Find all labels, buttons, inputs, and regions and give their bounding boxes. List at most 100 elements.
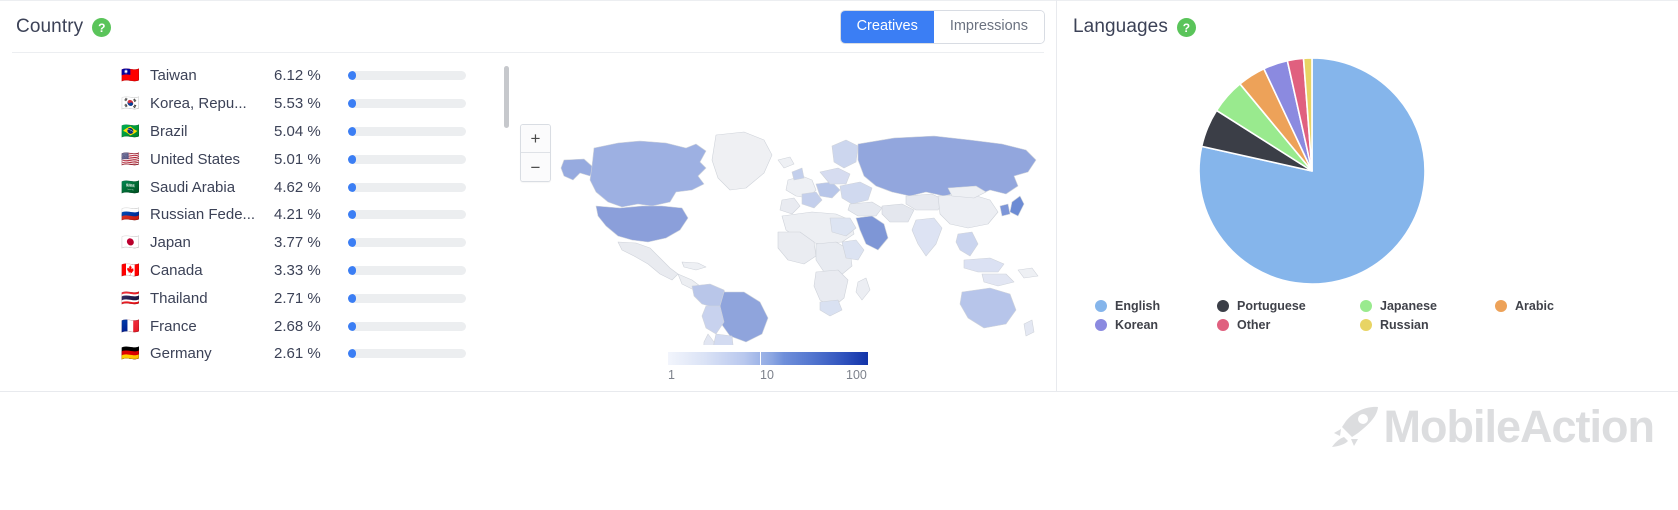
legend-tick-100: 100 — [846, 368, 867, 382]
languages-panel-header: Languages ? — [1057, 0, 1678, 53]
pie-legend-item[interactable]: Portuguese — [1217, 297, 1360, 314]
pie-legend-column: Japanese Russian — [1360, 297, 1495, 335]
country-bar-track — [348, 265, 466, 275]
table-row[interactable]: 🇩🇪 Germany 2.61 % — [120, 340, 500, 368]
table-row[interactable]: 🇺🇸 United States 5.01 % — [120, 145, 500, 173]
country-percent: 2.61 % — [274, 345, 321, 363]
country-percent: 5.04 % — [274, 122, 321, 140]
country-name: Russian Fede... — [150, 206, 256, 224]
country-flag-icon: 🇸🇦 — [121, 178, 140, 196]
country-bar-fill — [348, 154, 357, 164]
table-row[interactable]: 🇹🇭 Thailand 2.71 % — [120, 284, 500, 312]
table-row[interactable]: 🇷🇺 Russian Fede... 4.21 % — [120, 201, 500, 229]
map-color-legend — [668, 352, 868, 365]
pie-legend-item[interactable]: English — [1095, 297, 1217, 314]
table-row[interactable]: 🇰🇷 Korea, Repu... 5.53 % — [120, 90, 500, 118]
table-row[interactable]: 🇧🇷 Brazil 5.04 % — [120, 118, 500, 146]
legend-label: Other — [1237, 317, 1271, 332]
country-list-scrollbar[interactable] — [504, 66, 509, 390]
legend-label: Portuguese — [1237, 298, 1306, 313]
country-flag-icon: 🇹🇼 — [121, 67, 140, 85]
mobileaction-watermark: MobileAction — [1330, 400, 1655, 452]
country-bar-fill — [348, 265, 357, 275]
country-panel: Country ? Creatives Impressions 🇹🇼 Taiwan… — [0, 0, 1057, 392]
country-bar-fill — [348, 71, 357, 81]
legend-color-dot — [1217, 299, 1229, 312]
country-flag-icon: 🇧🇷 — [121, 122, 140, 140]
legend-color-dot — [1217, 318, 1229, 331]
country-flag-icon: 🇩🇪 — [121, 345, 140, 363]
tab-creatives[interactable]: Creatives — [840, 11, 934, 44]
languages-panel: Languages ? English Korean Portuguese Other… — [1057, 0, 1678, 392]
table-row[interactable]: 🇯🇵 Japan 3.77 % — [120, 229, 500, 257]
country-bar-track — [348, 210, 466, 220]
world-map[interactable]: + − 1 10 100 — [520, 110, 1045, 390]
legend-color-dot — [1360, 299, 1372, 312]
pie-legend-item[interactable]: Other — [1217, 316, 1360, 333]
country-bar-track — [348, 238, 466, 248]
languages-pie-chart[interactable] — [1197, 56, 1427, 286]
scrollbar-thumb[interactable] — [504, 66, 509, 128]
pie-legend-column: English Korean — [1095, 297, 1217, 335]
help-icon-languages[interactable]: ? — [1176, 18, 1196, 37]
country-bar-fill — [348, 238, 357, 248]
country-name: Saudi Arabia — [150, 178, 236, 196]
country-bar-fill — [348, 293, 357, 303]
country-percent: 2.68 % — [274, 317, 321, 335]
pie-legend-item[interactable]: Arabic — [1495, 297, 1615, 314]
choropleth-map-svg — [560, 131, 1039, 345]
country-flag-icon: 🇰🇷 — [121, 95, 140, 113]
tab-impressions[interactable]: Impressions — [933, 11, 1044, 44]
header-divider — [12, 52, 1044, 53]
pie-legend-item[interactable]: Russian — [1360, 316, 1495, 333]
languages-chart-area: English Korean Portuguese Other Japanese Russ… — [1057, 54, 1678, 392]
pie-legend-item[interactable]: Japanese — [1360, 297, 1495, 314]
country-bar-fill — [348, 182, 357, 192]
metric-toggle-group[interactable]: Creatives Impressions — [840, 11, 1044, 44]
country-percent: 5.01 % — [274, 150, 321, 168]
legend-label: Arabic — [1515, 298, 1554, 313]
country-percent: 6.12 % — [274, 67, 321, 85]
table-row[interactable]: 🇹🇼 Taiwan 6.12 % — [120, 62, 500, 90]
country-panel-header: Country ? Creatives Impressions — [0, 0, 1056, 53]
country-name: United States — [150, 150, 241, 168]
table-row[interactable]: 🇨🇦 Canada 3.33 % — [120, 257, 500, 285]
rocket-icon — [1331, 406, 1378, 447]
help-icon[interactable]: ? — [92, 18, 112, 37]
page-title: Country — [16, 15, 84, 37]
country-flag-icon: 🇹🇭 — [121, 289, 140, 307]
table-row[interactable]: 🇫🇷 France 2.68 % — [120, 312, 500, 340]
table-row[interactable]: 🇸🇦 Saudi Arabia 4.62 % — [120, 173, 500, 201]
country-percent: 3.77 % — [274, 234, 321, 252]
pie-legend: English Korean Portuguese Other Japanese Russ… — [1095, 297, 1655, 335]
languages-title: Languages — [1073, 15, 1168, 37]
country-name: Thailand — [150, 289, 208, 307]
zoom-in-button[interactable]: + — [521, 125, 550, 153]
zoom-out-button[interactable]: − — [521, 153, 550, 181]
country-list[interactable]: 🇹🇼 Taiwan 6.12 % 🇰🇷 Korea, Repu... 5.53 % 🇧🇷 Br… — [120, 62, 500, 368]
pie-legend-item[interactable]: Korean — [1095, 316, 1217, 333]
legend-color-dot — [1495, 299, 1507, 312]
pie-legend-column: Arabic — [1495, 297, 1615, 335]
legend-tick-10: 10 — [760, 368, 774, 382]
country-bar-track — [348, 126, 466, 136]
legend-tick-1: 1 — [668, 368, 675, 382]
legend-color-dot — [1095, 318, 1107, 331]
legend-color-dot — [1095, 299, 1107, 312]
country-bar-fill — [348, 126, 357, 136]
country-bar-fill — [348, 210, 357, 220]
country-name: Japan — [150, 234, 191, 252]
watermark-text: MobileAction — [1383, 400, 1655, 452]
legend-label: English — [1115, 298, 1161, 313]
country-name: Germany — [150, 345, 212, 363]
country-bar-fill — [348, 99, 357, 109]
country-flag-icon: 🇺🇸 — [121, 150, 140, 168]
country-bar-track — [348, 349, 466, 359]
map-zoom-controls[interactable]: + − — [520, 124, 551, 182]
country-name: Brazil — [150, 122, 188, 140]
country-percent: 2.71 % — [274, 289, 321, 307]
country-name: Korea, Repu... — [150, 95, 247, 113]
country-name: Canada — [150, 261, 203, 279]
country-bar-track — [348, 154, 466, 164]
country-name: Taiwan — [150, 67, 197, 85]
